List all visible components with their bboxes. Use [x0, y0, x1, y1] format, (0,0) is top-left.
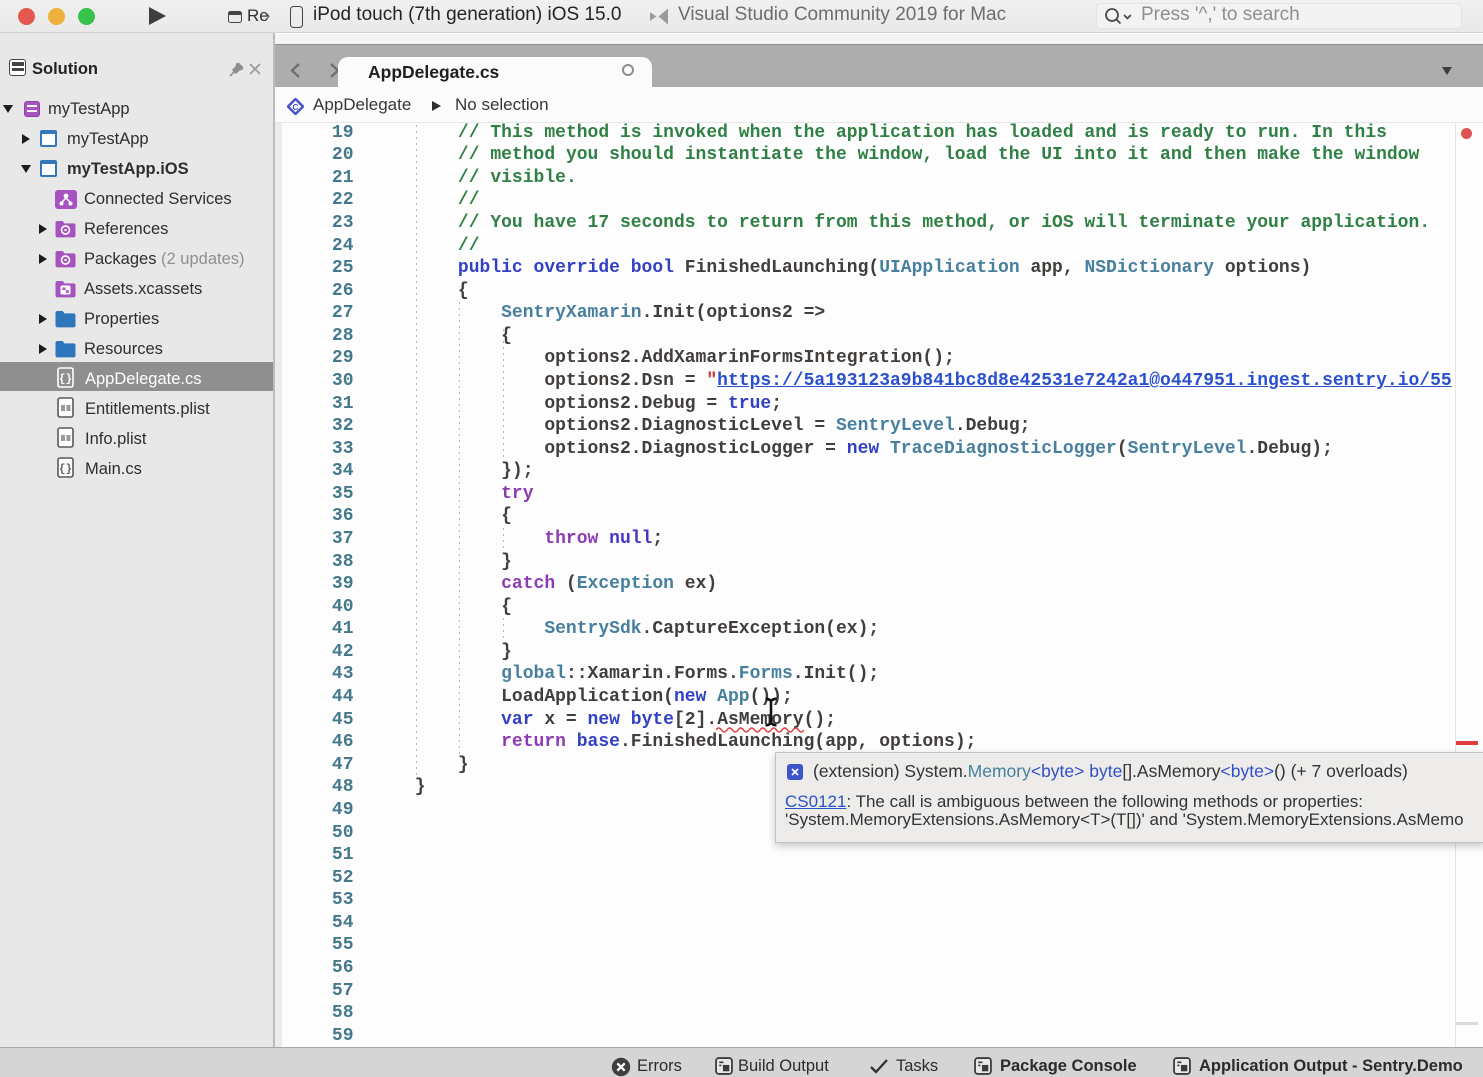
svg-text:C: C: [292, 102, 298, 112]
svg-text:{}: {}: [59, 373, 72, 385]
svg-text:{}: {}: [59, 464, 72, 476]
